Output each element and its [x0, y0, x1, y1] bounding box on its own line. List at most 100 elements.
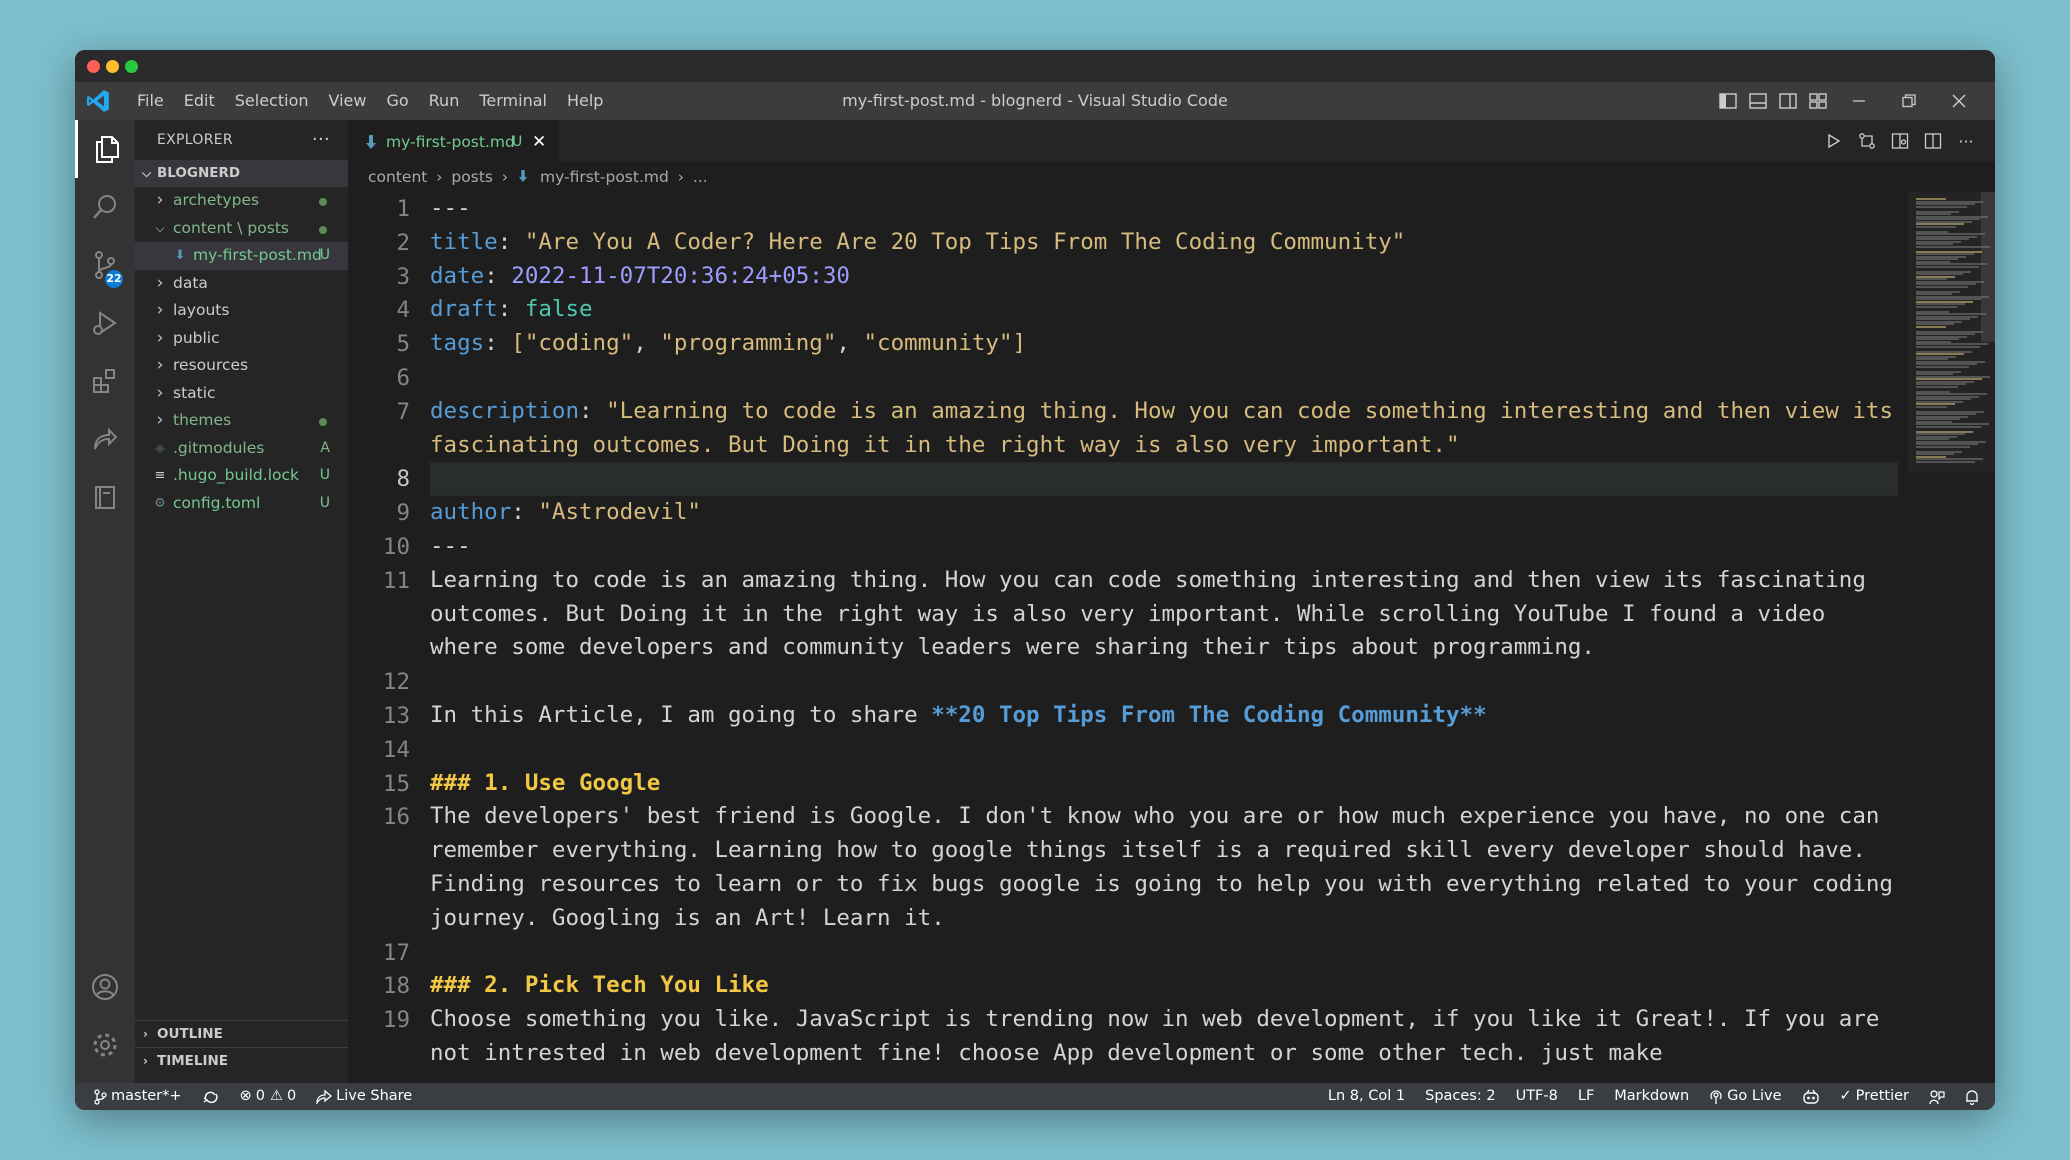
outline-section[interactable]: › OUTLINE	[135, 1020, 348, 1047]
toggle-panel-icon[interactable]	[1747, 90, 1769, 112]
tree-item-label: archetypes	[173, 191, 260, 209]
code-editor[interactable]: 1 --- 2 title: "Are You A Coder? Here Are 2…	[348, 192, 1908, 1083]
more-actions-icon[interactable]: ···	[312, 120, 330, 160]
language-mode[interactable]: Markdown	[1614, 1083, 1689, 1110]
tree-item-label: .hugo_build.lock	[173, 466, 299, 484]
accounts-activity[interactable]	[75, 958, 135, 1016]
code-token: ]	[1012, 330, 1027, 357]
toggle-secondary-sidebar-icon[interactable]	[1777, 90, 1799, 112]
manage-activity[interactable]	[75, 1016, 135, 1074]
menu-file[interactable]: File	[127, 82, 174, 120]
go-live-status[interactable]: Go Live	[1709, 1083, 1782, 1110]
close-icon[interactable]	[1939, 82, 1979, 120]
minimap-line	[1916, 345, 1980, 348]
close-window-button[interactable]	[87, 60, 100, 73]
breadcrumb-symbols[interactable]: ...	[693, 168, 708, 186]
run-debug-activity[interactable]	[75, 294, 135, 352]
tree-item[interactable]: ≡ .hugo_build.lock U	[135, 462, 348, 490]
toggle-primary-sidebar-icon[interactable]	[1717, 90, 1739, 112]
end-of-line[interactable]: LF	[1578, 1083, 1594, 1110]
extensions-activity[interactable]	[75, 352, 135, 410]
explorer-activity[interactable]	[75, 120, 135, 178]
chevron-right-icon: ›	[156, 327, 164, 348]
prettier-status[interactable]: ✓ Prettier	[1840, 1083, 1910, 1110]
code-line[interactable]: 9 author: "Astrodevil"	[348, 496, 1908, 530]
restore-icon[interactable]	[1889, 82, 1929, 120]
more-editor-actions-icon[interactable]: ···	[1955, 130, 1977, 152]
tree-item[interactable]: ⬇ my-first-post.md U	[135, 242, 348, 270]
workspace-folder[interactable]: ⌵ BLOGNERD	[135, 160, 348, 187]
code-line[interactable]: 12	[348, 665, 1908, 699]
open-preview-icon[interactable]	[1889, 130, 1911, 152]
code-line[interactable]: 17	[348, 936, 1908, 970]
source-control-activity[interactable]: 22	[75, 236, 135, 294]
tree-item[interactable]: › data	[135, 270, 348, 298]
code-line[interactable]: 4 draft: false	[348, 293, 1908, 327]
tab-close-icon[interactable]: ✕	[532, 121, 546, 163]
cursor-position[interactable]: Ln 8, Col 1	[1328, 1083, 1405, 1110]
code-line[interactable]: 6	[348, 361, 1908, 395]
menu-edit[interactable]: Edit	[174, 82, 225, 120]
timeline-section[interactable]: › TIMELINE	[135, 1047, 348, 1074]
code-line[interactable]: 18 ### 2. Pick Tech You Like	[348, 969, 1908, 1003]
breadcrumb-posts[interactable]: posts	[451, 168, 493, 186]
menu-terminal[interactable]: Terminal	[469, 82, 557, 120]
problems-status[interactable]: ⊗ 0 ⚠ 0	[240, 1083, 297, 1110]
code-line[interactable]: 19 Choose something you like. JavaScript …	[348, 1003, 1908, 1071]
live-share-status[interactable]: Live Share	[316, 1083, 412, 1110]
code-line[interactable]: 10 ---	[348, 530, 1908, 564]
minimize-window-button[interactable]	[106, 60, 119, 73]
open-changes-icon[interactable]	[1856, 130, 1878, 152]
code-line[interactable]: 8	[348, 462, 1908, 497]
split-editor-icon[interactable]	[1922, 130, 1944, 152]
code-line[interactable]: 13 In this Article, I am going to share *…	[348, 699, 1908, 733]
code-line[interactable]: 5 tags: ["coding", "programming", "commun…	[348, 327, 1908, 361]
maximize-window-button[interactable]	[125, 60, 138, 73]
code-line[interactable]: 2 title: "Are You A Coder? Here Are 20 To…	[348, 226, 1908, 260]
menu-view[interactable]: View	[319, 82, 377, 120]
tree-item[interactable]: › resources	[135, 352, 348, 380]
customize-layout-icon[interactable]	[1807, 90, 1829, 112]
search-activity[interactable]	[75, 178, 135, 236]
minimize-icon[interactable]	[1839, 82, 1879, 120]
tree-item[interactable]: ⌵ content \ posts	[135, 215, 348, 243]
tree-item[interactable]: › themes	[135, 407, 348, 435]
menu-go[interactable]: Go	[376, 82, 418, 120]
go-live-label: Go Live	[1727, 1088, 1782, 1104]
run-debug-icon	[93, 311, 117, 335]
tree-item[interactable]: ◈ .gitmodules A	[135, 435, 348, 463]
code-line[interactable]: 16 The developers' best friend is Google.…	[348, 800, 1908, 935]
copilot-status[interactable]	[1802, 1089, 1820, 1105]
code-line[interactable]: 11 Learning to code is an amazing thing. …	[348, 564, 1908, 665]
menu-run[interactable]: Run	[419, 82, 470, 120]
notifications-status[interactable]	[1965, 1089, 1979, 1105]
code-line[interactable]: 15 ### 1. Use Google	[348, 767, 1908, 801]
tree-item[interactable]: › layouts	[135, 297, 348, 325]
feedback-status[interactable]	[1929, 1089, 1945, 1105]
branch-status[interactable]: master*+	[93, 1083, 182, 1110]
remote-activity[interactable]	[75, 410, 135, 468]
tree-item[interactable]: ⚙ config.toml U	[135, 490, 348, 518]
code-line[interactable]: 14	[348, 733, 1908, 767]
code-line[interactable]: 7 description: "Learning to code is an am…	[348, 395, 1908, 463]
notebook-activity[interactable]	[75, 468, 135, 526]
tree-item[interactable]: › archetypes	[135, 187, 348, 215]
menu-help[interactable]: Help	[557, 82, 613, 120]
tab-my-first-post[interactable]: my-first-post.md U ✕	[348, 120, 558, 163]
encoding[interactable]: UTF-8	[1516, 1083, 1558, 1110]
breadcrumb-file[interactable]: my-first-post.md	[540, 168, 669, 186]
code-line[interactable]: 1 ---	[348, 192, 1908, 226]
tree-item[interactable]: › static	[135, 380, 348, 408]
tree-item[interactable]: › public	[135, 325, 348, 353]
line-number: 2	[396, 229, 410, 256]
sync-status[interactable]	[202, 1089, 220, 1105]
code-line[interactable]: 3 date: 2022-11-07T20:36:24+05:30	[348, 260, 1908, 294]
code-token: "Are You A Coder? Here Are 20 Top Tips F…	[524, 228, 1406, 255]
explorer-sidebar: EXPLORER ··· ⌵ BLOGNERD › archetypes ⌵ cont…	[135, 120, 348, 1083]
breadcrumb-content[interactable]: content	[368, 168, 427, 186]
menu-selection[interactable]: Selection	[225, 82, 319, 120]
indentation[interactable]: Spaces: 2	[1425, 1083, 1495, 1110]
editor-scrollbar[interactable]	[1981, 192, 1995, 342]
code-token: **20 Top Tips From The Coding Community*…	[931, 702, 1487, 728]
run-icon[interactable]	[1823, 130, 1845, 152]
